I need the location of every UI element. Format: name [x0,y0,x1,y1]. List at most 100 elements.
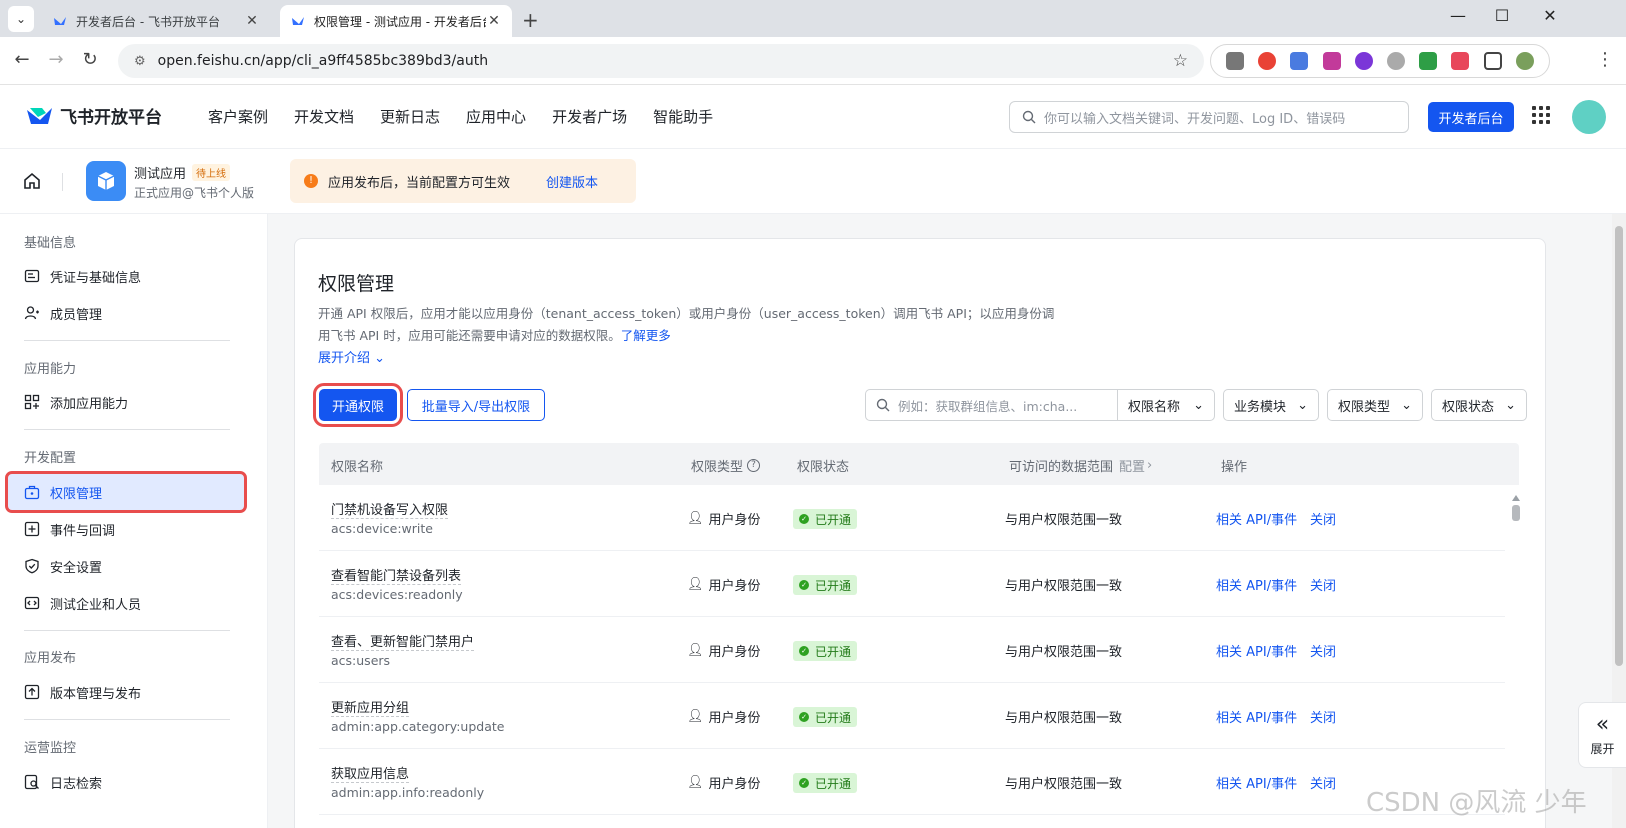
briefcase-lock-icon [24,484,40,500]
sidebar-item-events[interactable]: 事件与回调 [8,511,244,547]
app-icon[interactable] [86,161,126,201]
site-info-icon[interactable]: ⚙ [134,54,146,69]
divider [24,340,230,341]
learn-more-link[interactable]: 了解更多 [621,328,671,343]
expand-intro-label: 展开介绍 [318,351,371,366]
filter-permission-name[interactable]: 权限名称 ⌄ [1117,389,1215,421]
close-permission-link[interactable]: 关闭 [1310,641,1336,660]
table-scrollbar[interactable] [1511,495,1521,535]
sidebar-item-credentials[interactable]: 凭证与基础信息 [8,258,244,294]
sidebar-item-members[interactable]: 成员管理 [8,295,244,331]
permission-type: 👤︎ 用户身份 [687,773,761,792]
filter-business-module[interactable]: 业务模块 ⌄ [1223,389,1319,421]
browser-tab-2[interactable]: 权限管理 - 测试应用 - 开发者后台 ✕ [280,5,512,37]
extension-icon[interactable] [1226,52,1245,70]
browser-tab-1[interactable]: 开发者后台 - 飞书开放平台 ✕ [42,5,270,37]
table-row: 查看、更新智能门禁用户 acs:users 👤︎ 用户身份 ✓ 已开通 与用户权限范… [319,617,1505,683]
browser-address-bar: ← → ↻ ⚙ open.feishu.cn/app/cli_a9ff4585b… [0,37,1626,85]
sidebar-item-label: 安全设置 [50,560,103,576]
scope-config-link[interactable]: 配置 [1119,456,1145,475]
close-permission-link[interactable]: 关闭 [1310,773,1336,792]
home-icon[interactable] [22,171,42,191]
enable-permission-button[interactable]: 开通权限 [313,383,403,427]
batch-import-export-button[interactable]: 批量导入/导出权限 [407,389,545,421]
avatar[interactable] [1572,100,1606,134]
extension-icon[interactable] [1387,52,1406,70]
app-grid-icon[interactable] [1532,106,1550,124]
warning-icon: ! [304,174,318,188]
extension-icon[interactable] [1451,52,1470,70]
extension-icon[interactable] [1322,52,1341,70]
sidebar-item-security[interactable]: 安全设置 [8,548,244,584]
log-search-icon [24,774,40,790]
sidebar-item-label: 测试企业和人员 [50,597,142,613]
filter-permission-status[interactable]: 权限状态 ⌄ [1431,389,1527,421]
sidebar-item-logs[interactable]: 日志检索 [8,764,244,800]
nav-app-center[interactable]: 应用中心 [466,106,526,127]
expand-intro-link[interactable]: 展开介绍 ⌄ [318,347,385,366]
reload-icon[interactable]: ↻ [78,49,102,70]
close-permission-link[interactable]: 关闭 [1310,575,1336,594]
permission-search-input[interactable]: 例如：获取群组信息、im:cha... [865,389,1117,421]
sidebar-item-versions[interactable]: 版本管理与发布 [8,674,244,710]
permission-type-label: 用户身份 [708,645,761,660]
chevron-down-icon: ⌄ [1505,397,1516,413]
feishu-favicon-icon [292,17,304,25]
scroll-thumb[interactable] [1615,226,1623,666]
developer-console-button[interactable]: 开发者后台 [1428,102,1514,132]
related-api-link[interactable]: 相关 API/事件 [1216,773,1297,792]
sidebar-item-label: 版本管理与发布 [50,686,142,702]
close-permission-link[interactable]: 关闭 [1310,509,1336,528]
nav-dev-plaza[interactable]: 开发者广场 [552,106,627,127]
nav-changelog[interactable]: 更新日志 [380,106,440,127]
site-logo[interactable]: 飞书开放平台 [26,103,162,128]
extensions-puzzle-icon[interactable] [1483,52,1502,70]
maximize-icon[interactable]: ☐ [1490,6,1514,25]
new-tab-icon[interactable]: + [522,8,539,32]
sidebar-item-test-tenant[interactable]: 测试企业和人员 [8,585,244,621]
help-icon[interactable]: ? [747,459,761,472]
permission-type-label: 用户身份 [708,777,761,792]
related-api-link[interactable]: 相关 API/事件 [1216,707,1297,726]
scroll-up-icon[interactable] [1512,495,1520,501]
header-search-input[interactable]: 你可以输入文档关键词、开发问题、Log ID、错误码 [1009,101,1409,133]
close-permission-link[interactable]: 关闭 [1310,707,1336,726]
side-expand-button[interactable]: « 展开 [1578,702,1626,768]
extension-icon[interactable] [1258,52,1277,70]
filter-permission-type[interactable]: 权限类型 ⌄ [1327,389,1423,421]
col-name: 权限名称 [331,460,384,475]
nav-cases[interactable]: 客户案例 [208,106,268,127]
table-header: 权限名称 权限类型 ? 权限状态 可访问的数据范围 配置 › 操作 [319,443,1519,485]
col-scope-label: 可访问的数据范围 [1009,460,1114,475]
window-close-icon[interactable]: ✕ [1538,6,1562,25]
url-input[interactable]: ⚙ open.feishu.cn/app/cli_a9ff4585bc389bd… [118,44,1204,78]
status-badge: 待上线 [192,164,231,181]
publish-notice: ! 应用发布后，当前配置方可生效 创建版本 [290,159,636,203]
tab-search-button[interactable]: ⌄ [8,6,34,32]
translate-extension-icon[interactable] [1290,52,1309,70]
browser-menu-icon[interactable]: ⋮ [1596,49,1614,70]
back-icon[interactable]: ← [10,49,34,70]
nav-docs[interactable]: 开发文档 [294,106,354,127]
permission-type: 👤︎ 用户身份 [687,509,761,528]
close-icon[interactable]: ✕ [244,13,260,29]
related-api-link[interactable]: 相关 API/事件 [1216,641,1297,660]
nav-assistant[interactable]: 智能助手 [653,106,713,127]
minimize-icon[interactable]: — [1446,6,1470,25]
related-api-link[interactable]: 相关 API/事件 [1216,575,1297,594]
status-label: 已开通 [815,644,852,659]
extension-icon[interactable] [1354,52,1373,70]
profile-icon[interactable] [1515,52,1534,70]
forward-icon[interactable]: → [44,49,68,70]
related-api-link[interactable]: 相关 API/事件 [1216,509,1297,528]
sidebar-item-permissions[interactable]: 权限管理 [5,471,247,513]
close-icon[interactable]: ✕ [486,13,502,29]
search-placeholder: 你可以输入文档关键词、开发问题、Log ID、错误码 [1044,111,1346,127]
main-content: 权限管理 开通 API 权限后，应用才能以应用身份（tenant_access_… [268,214,1626,828]
scroll-thumb[interactable] [1512,505,1520,521]
sidebar-item-add-capability[interactable]: 添加应用能力 [8,384,244,420]
create-version-link[interactable]: 创建版本 [546,172,598,191]
extension-icon[interactable] [1419,52,1438,70]
bookmark-star-icon[interactable]: ☆ [1173,51,1188,71]
status-label: 已开通 [815,710,852,725]
